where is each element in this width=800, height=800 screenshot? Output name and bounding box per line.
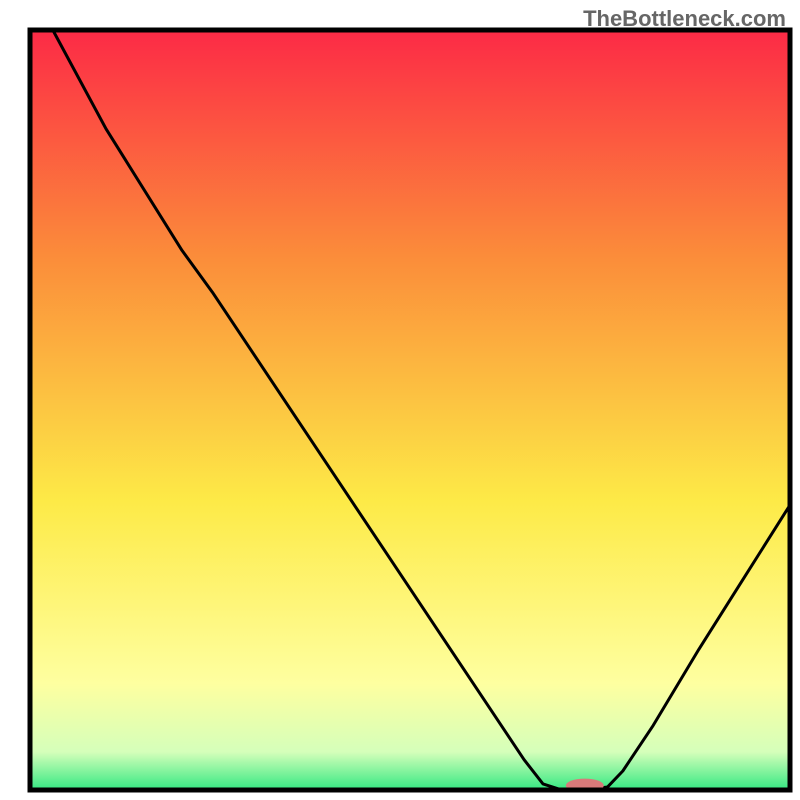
bottleneck-chart xyxy=(0,0,800,800)
watermark-text: TheBottleneck.com xyxy=(583,6,786,32)
chart-container: TheBottleneck.com xyxy=(0,0,800,800)
plot-background xyxy=(30,30,790,790)
